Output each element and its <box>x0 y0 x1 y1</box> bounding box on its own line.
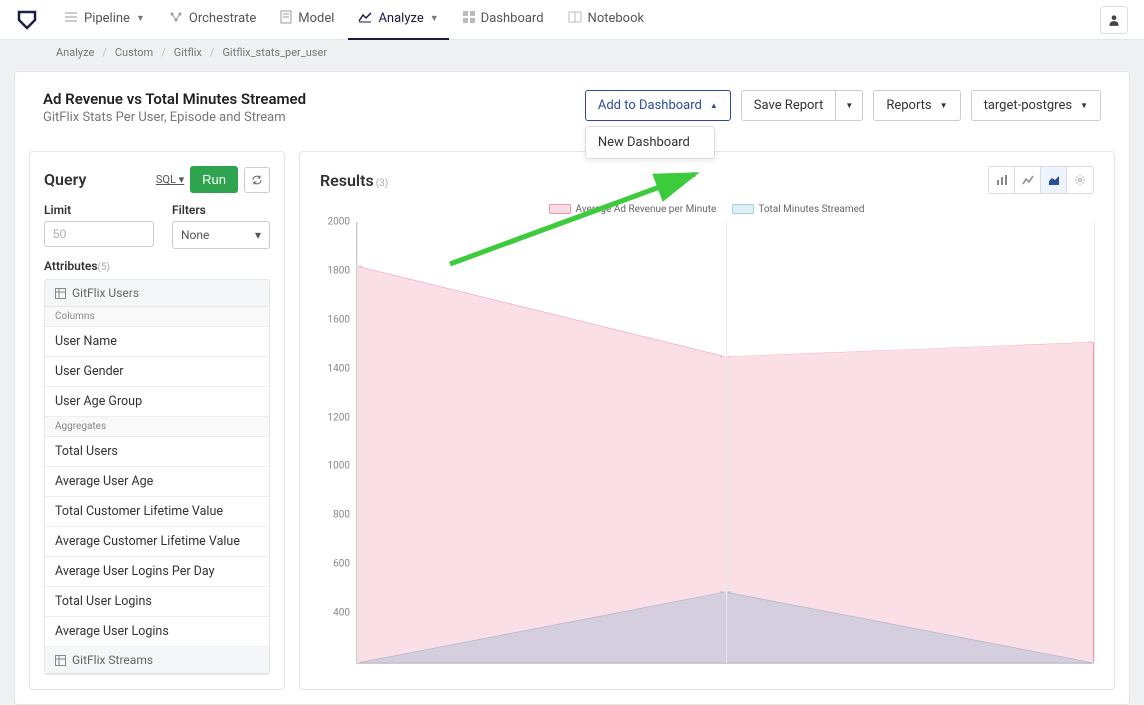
attribute-item[interactable]: User Gender <box>45 357 269 387</box>
page-subtitle: GitFlix Stats Per User, Episode and Stre… <box>43 110 306 125</box>
caret-down-icon: ▼ <box>1080 101 1088 110</box>
nav-dashboard[interactable]: Dashboard <box>453 0 554 40</box>
attributes-label: Attributes <box>44 259 98 273</box>
app-logo[interactable] <box>16 9 38 31</box>
nav-icon <box>280 10 292 28</box>
area-chart-icon[interactable] <box>1041 167 1067 193</box>
legend-item: Total Minutes Streamed <box>732 204 864 215</box>
limit-label: Limit <box>44 203 154 217</box>
y-tick: 800 <box>333 510 350 521</box>
caret-up-icon: ▲ <box>710 101 718 110</box>
user-menu-button[interactable] <box>1100 6 1128 34</box>
save-report-button[interactable]: Save Report <box>741 90 836 121</box>
page-title: Ad Revenue vs Total Minutes Streamed <box>43 90 306 108</box>
nav-pipeline[interactable]: Pipeline▼ <box>54 0 155 40</box>
filters-label: Filters <box>172 203 270 217</box>
breadcrumb-item[interactable]: Gitflix <box>170 46 206 59</box>
nav-model[interactable]: Model <box>270 0 344 40</box>
caret-down-icon: ▾ <box>255 228 261 242</box>
breadcrumb-item[interactable]: Analyze <box>52 46 98 59</box>
new-dashboard-menu-item[interactable]: New Dashboard <box>598 135 702 150</box>
breadcrumb: Analyze/Custom/Gitflix/Gitflix_stats_per… <box>0 40 1144 59</box>
results-title: Results(3) <box>320 171 388 190</box>
chart-type-toolbar <box>988 166 1094 194</box>
attribute-item[interactable]: Average User Logins <box>45 617 269 647</box>
table-icon <box>55 655 66 666</box>
attribute-item[interactable]: User Age Group <box>45 387 269 417</box>
reports-button[interactable]: Reports ▼ <box>873 90 960 121</box>
query-panel-title: Query <box>44 170 86 189</box>
attribute-item[interactable]: Average User Age <box>45 467 269 497</box>
query-panel: Query SQL ▾ Run Limit Filters None ▾ <box>29 151 285 690</box>
attribute-item[interactable]: Total Customer Lifetime Value <box>45 497 269 527</box>
connection-selector[interactable]: target-postgres ▼ <box>971 90 1101 121</box>
nav-icon <box>64 11 78 27</box>
sql-toggle[interactable]: SQL ▾ <box>156 173 184 186</box>
y-tick: 400 <box>333 608 350 619</box>
breadcrumb-item[interactable]: Custom <box>111 46 157 59</box>
limit-input[interactable] <box>44 221 154 247</box>
chevron-down-icon: ▼ <box>136 13 145 24</box>
y-tick: 2000 <box>328 217 350 228</box>
page-header: Ad Revenue vs Total Minutes Streamed Git… <box>14 71 1130 137</box>
results-panel: Results(3) Average Ad Revenue per Minute… <box>299 151 1115 690</box>
y-tick: 1400 <box>328 363 350 374</box>
add-to-dashboard-button[interactable]: Add to Dashboard ▲ <box>585 90 731 121</box>
add-to-dashboard-menu[interactable]: New Dashboard <box>585 126 715 159</box>
y-tick: 1600 <box>328 314 350 325</box>
attribute-group[interactable]: GitFlix Streams <box>45 647 269 674</box>
caret-down-icon: ▼ <box>940 101 948 110</box>
chevron-down-icon: ▼ <box>430 13 439 24</box>
nav-icon <box>463 11 475 27</box>
chart-area: Average Ad Revenue per Minute Total Minut… <box>320 204 1094 664</box>
save-report-dropdown-button[interactable]: ▼ <box>835 90 863 121</box>
nav-analyze[interactable]: Analyze▼ <box>348 0 448 40</box>
y-tick: 1200 <box>328 412 350 423</box>
nav-icon <box>169 11 183 27</box>
settings-icon[interactable] <box>1067 167 1093 193</box>
caret-down-icon: ▼ <box>845 101 853 110</box>
nav-notebook[interactable]: Notebook <box>558 0 655 40</box>
attribute-item[interactable]: User Name <box>45 327 269 357</box>
attribute-item[interactable]: Total Users <box>45 437 269 467</box>
line-chart-icon[interactable] <box>1015 167 1041 193</box>
table-icon <box>55 288 66 299</box>
refresh-icon <box>251 174 263 186</box>
y-tick: 1800 <box>328 265 350 276</box>
nav-orchestrate[interactable]: Orchestrate <box>159 0 266 40</box>
bar-chart-icon[interactable] <box>989 167 1015 193</box>
refresh-button[interactable] <box>244 167 270 193</box>
add-to-dashboard-label: Add to Dashboard <box>598 98 702 113</box>
nav-icon <box>568 11 582 27</box>
attribute-item[interactable]: Average Customer Lifetime Value <box>45 527 269 557</box>
top-nav: Pipeline▼OrchestrateModelAnalyze▼Dashboa… <box>0 0 1144 40</box>
legend-item: Average Ad Revenue per Minute <box>549 204 716 215</box>
y-tick: 600 <box>333 559 350 570</box>
attribute-item[interactable]: Total User Logins <box>45 587 269 617</box>
filters-select[interactable]: None ▾ <box>172 221 270 249</box>
nav-icon <box>358 11 372 27</box>
attribute-item[interactable]: Average User Logins Per Day <box>45 557 269 587</box>
attribute-group[interactable]: GitFlix Users <box>45 280 269 307</box>
user-icon <box>1107 13 1121 27</box>
breadcrumb-item[interactable]: Gitflix_stats_per_user <box>218 46 331 59</box>
caret-down-icon: ▾ <box>179 173 185 186</box>
y-tick: 1000 <box>328 461 350 472</box>
run-button[interactable]: Run <box>190 166 238 193</box>
